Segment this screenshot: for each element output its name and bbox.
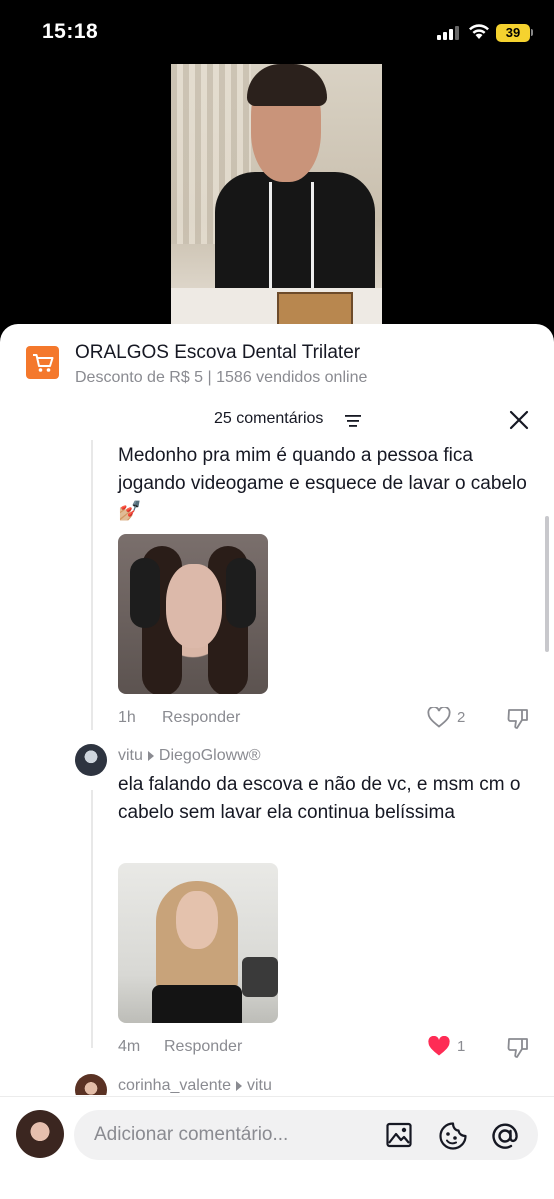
comment-image[interactable] — [118, 863, 278, 1023]
comments-sheet: ORALGOS Escova Dental Trilater Desconto … — [0, 324, 554, 1199]
scrollbar[interactable] — [545, 516, 549, 652]
comment-time: 1h — [118, 709, 136, 726]
comments-count: 25 comentários — [214, 410, 324, 427]
dislike-icon[interactable] — [506, 1036, 530, 1060]
comments-header: 25 comentários — [0, 408, 554, 436]
comment-input[interactable] — [94, 1110, 384, 1160]
reply-button[interactable]: Responder — [164, 1038, 242, 1056]
reply-to-username[interactable]: DiegoGloww® — [159, 747, 261, 765]
divider — [0, 1096, 554, 1097]
cellular-signal-icon — [437, 26, 459, 40]
wifi-icon — [469, 24, 489, 39]
comment-text: Medonho pra mim é quando a pessoa fica j… — [118, 445, 527, 522]
like-button[interactable]: 1 — [427, 1036, 465, 1057]
image-icon[interactable] — [385, 1121, 413, 1149]
comment-time: 4m — [118, 1038, 141, 1055]
comment-username-row: vitu DiegoGloww® — [118, 747, 261, 765]
shopping-cart-icon — [26, 346, 59, 379]
thread-line — [91, 440, 93, 730]
product-subtitle: Desconto de R$ 5 | 1586 vendidos online — [75, 369, 368, 386]
reply-to-username[interactable]: vitu — [247, 1077, 272, 1095]
like-button[interactable]: 2 — [427, 707, 465, 728]
comment-composer — [74, 1110, 538, 1160]
reply-arrow-icon — [235, 1081, 242, 1091]
reply-button[interactable]: Responder — [162, 709, 240, 727]
comment-username[interactable]: vitu — [118, 747, 143, 765]
close-icon[interactable] — [509, 410, 529, 430]
thread-line — [91, 790, 93, 1048]
battery-tip — [531, 29, 533, 36]
comment-username-row: corinha_valente vitu — [118, 1077, 272, 1095]
product-title: ORALGOS Escova Dental Trilater — [75, 342, 361, 363]
like-count: 1 — [457, 1038, 466, 1055]
heart-filled-icon — [428, 1036, 450, 1056]
status-time: 15:18 — [42, 20, 99, 43]
current-user-avatar[interactable] — [16, 1110, 64, 1158]
mention-icon[interactable] — [490, 1121, 520, 1151]
video-person-hair — [247, 64, 327, 106]
like-count: 2 — [457, 709, 466, 726]
video-preview[interactable] — [171, 64, 382, 326]
avatar[interactable] — [75, 1074, 107, 1095]
comment-image[interactable] — [118, 534, 268, 694]
product-banner[interactable]: ORALGOS Escova Dental Trilater Desconto … — [26, 342, 536, 392]
status-bar: 15:18 39 — [0, 0, 554, 64]
sort-icon[interactable] — [345, 415, 361, 427]
dislike-icon[interactable] — [506, 707, 530, 731]
battery-icon: 39 — [496, 24, 530, 42]
reply-arrow-icon — [147, 751, 154, 761]
emoji-icon[interactable] — [438, 1121, 468, 1151]
comments-list[interactable]: Medonho pra mim é quando a pessoa fica j… — [0, 440, 554, 1095]
comment-text: ela falando da escova e não de vc, e msm… — [118, 774, 521, 823]
video-product-box — [277, 292, 353, 326]
comment-username[interactable]: corinha_valente — [118, 1077, 231, 1095]
heart-outline-icon — [427, 707, 451, 728]
avatar[interactable] — [75, 744, 107, 776]
